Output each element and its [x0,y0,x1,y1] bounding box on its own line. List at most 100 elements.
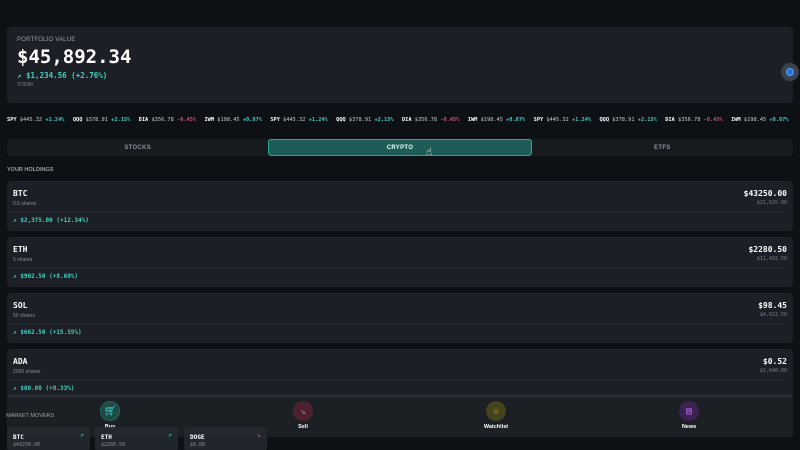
holding-gain: ↗ $80.00 (+8.33%) [13,385,75,392]
ticker-price: $356.78 [151,117,174,123]
mover-symbol: DOGE [190,434,205,441]
ticker-strip: (function(){const d=JSON.parse(document.… [7,117,797,123]
ticker-item[interactable]: DIA $356.78 -0.45% [139,117,205,123]
trend-up-icon: ↗ [79,431,84,439]
ticker-price: $378.91 [348,117,372,123]
portfolio-change: ↗ $1,234.56 (+2.76%) [17,71,108,80]
mover-symbol: BTC [13,434,24,441]
ticker-symbol: DIA [665,117,675,123]
market-movers-heading: MARKET MOVERS [6,413,55,419]
holding-gain: ↗ $2,375.00 (+12.34%) [13,217,89,224]
ticker-price: $198.45 [217,117,240,123]
portfolio-value: $45,892.34 [17,46,132,68]
watchlist-label: Watchlist [483,424,509,430]
ticker-price: $378.91 [612,117,635,123]
holding-card[interactable]: ETH 5 shares $2280.50 $11,402.50 ↗ $902.… [7,237,793,287]
mover-price: $43250.00 [13,442,41,448]
ticker-symbol: SPY [7,117,17,123]
buy-button[interactable]: 🛒︎Buy [90,401,130,430]
ticker-change: -0.45% [703,117,723,123]
divider [7,323,785,324]
floating-action-button[interactable] [781,63,799,81]
tab-stocks[interactable]: STOCKS [7,139,268,156]
ticker-price: $198.45 [480,117,503,123]
ticker-change: +1.24% [571,117,592,123]
mover-card[interactable]: ETH $2280.50 ↗ [95,427,178,450]
watchlist-button[interactable]: ☆ Watchlist [476,401,516,430]
pointer-cursor-icon: ☝ [426,147,433,158]
asset-tabs: STOCKS CRYPTO ETFS [7,139,793,156]
ticker-change: +0.87% [506,117,526,123]
ticker-change: +2.15% [374,117,394,123]
ticker-change: +0.87% [769,117,789,123]
ticker-price: $356.78 [678,117,701,123]
holding-value: $4,922.50 [759,312,787,318]
holding-symbol: ADA [13,357,28,366]
holding-value: $21,625.00 [756,200,787,206]
holding-symbol: BTC [13,189,28,198]
ticker-item[interactable]: QQQ $378.91 +2.15% [336,117,402,123]
holding-card[interactable]: SOL 50 shares $98.45 $4,922.50 ↗ $662.50… [7,293,793,343]
holding-symbol: SOL [13,301,28,310]
trend-down-icon: ↘ [293,401,313,421]
ticker-price: $356.78 [414,117,438,123]
holding-shares: 5 shares [13,257,33,263]
ticker-symbol: DIA [138,117,149,123]
mover-card[interactable]: BTC $43250.00 ↗ [7,427,90,450]
mover-card[interactable]: DOGE $0.08 ↘ [184,427,267,450]
holding-card[interactable]: ADA 2000 shares $0.52 $1,040.00 ↗ $80.00… [7,349,793,399]
ticker-symbol: QQQ [72,117,83,123]
holding-price: $43250.00 [743,189,787,198]
holding-shares: 0.5 shares [13,201,37,207]
ticker-change: -0.45% [440,117,460,123]
divider [7,379,785,380]
ticker-item[interactable]: QQQ $378.91 +2.15% [599,117,665,123]
holding-shares: 2000 shares [13,369,41,375]
holding-gain: ↗ $902.50 (+8.60%) [13,273,79,280]
holding-value: $11,402.50 [756,256,787,262]
mover-symbol: ETH [101,434,112,441]
ticker-item[interactable]: DIA $356.78 -0.45% [665,117,731,123]
ticker-item[interactable]: SPY $445.32 +1.24% [534,117,600,123]
ticker-symbol: IWM [204,117,215,123]
ticker-price: $198.45 [743,117,767,123]
ticker-change: +1.24% [45,117,65,123]
portfolio-period: TODAY [17,82,34,88]
news-button[interactable]: ▤ News [669,401,709,430]
holding-card[interactable]: BTC 0.5 shares $43250.00 $21,625.00 ↗ $2… [7,181,793,231]
ticker-item[interactable]: IWM $198.45 +0.87% [731,117,797,123]
ticker-price: $445.32 [546,117,569,123]
ticker-item[interactable]: SPY $445.32 +1.24% [270,117,336,123]
holding-gain: ↗ $662.50 (+15.55%) [13,329,82,336]
tab-etfs[interactable]: ETFS [532,139,793,156]
newspaper-icon: ▤ [679,401,699,421]
holding-shares: 50 shares [13,313,35,319]
ticker-symbol: QQQ [599,117,610,123]
portfolio-label: PORTFOLIO VALUE [17,37,76,43]
ticker-price: $445.32 [283,117,306,123]
ticker-change: +1.24% [308,117,328,123]
ticker-change: +2.15% [637,117,657,123]
ticker-item[interactable]: QQQ $378.91 +2.15% [73,117,139,123]
holdings-heading: YOUR HOLDINGS [7,167,54,173]
ticker-item[interactable]: SPY $445.32 +1.24% [7,117,73,123]
holding-symbol: ETH [13,245,28,254]
holding-price: $2280.50 [748,245,787,254]
ticker-price: $378.91 [85,117,108,123]
ticker-item[interactable]: DIA $356.78 -0.45% [402,117,468,123]
tab-crypto[interactable]: CRYPTO [268,139,532,156]
star-icon: ☆ [486,401,506,421]
ticker-symbol: SPY [533,117,544,123]
ticker-symbol: QQQ [336,117,346,123]
ticker-symbol: IWM [467,117,478,123]
ticker-item[interactable]: IWM $198.45 +0.87% [204,117,270,123]
sell-button[interactable]: ↘ Sell [283,401,323,430]
cart-icon: 🛒︎ [100,401,120,421]
ticker-price: $445.32 [19,117,43,123]
trend-up-icon: ↗ [167,431,172,439]
ticker-change: -0.45% [176,117,197,123]
divider [7,211,785,212]
circle-icon [786,68,794,76]
sell-label: Sell [298,424,308,430]
ticker-item[interactable]: IWM $198.45 +0.87% [468,117,534,123]
